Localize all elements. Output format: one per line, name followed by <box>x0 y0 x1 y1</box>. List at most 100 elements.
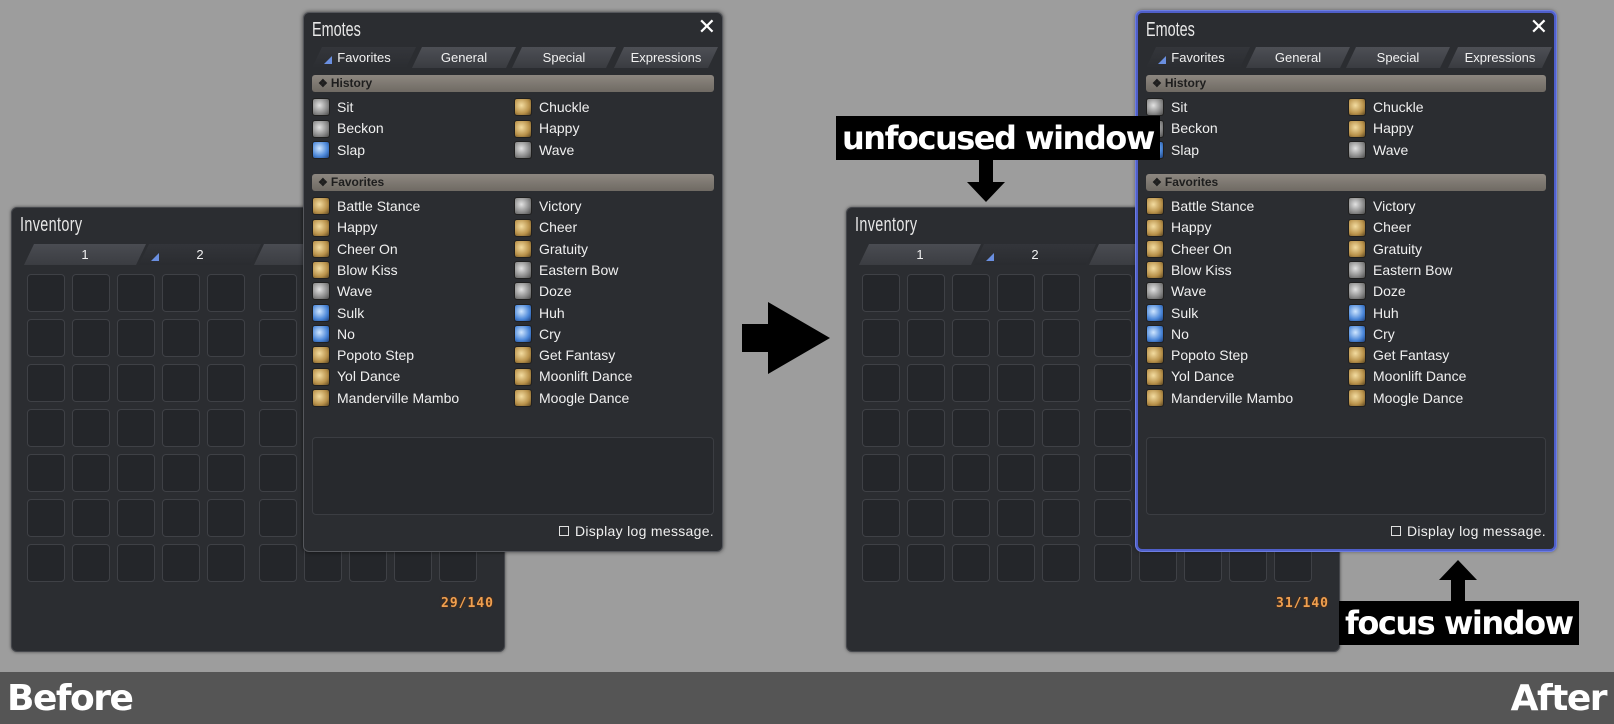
emote-item[interactable]: Get Fantasy <box>1348 345 1449 365</box>
emote-item[interactable]: Wave <box>1146 281 1206 301</box>
inventory-slot[interactable] <box>207 499 245 537</box>
inventory-slot[interactable] <box>1094 364 1132 402</box>
checkbox-icon[interactable] <box>558 526 569 537</box>
inventory-slot[interactable] <box>1042 364 1080 402</box>
emote-item[interactable]: Chuckle <box>514 97 590 117</box>
emote-item[interactable]: Wave <box>312 281 372 301</box>
inventory-slot[interactable] <box>27 544 65 582</box>
inventory-slot[interactable] <box>952 364 990 402</box>
inventory-slot[interactable] <box>259 319 297 357</box>
inventory-slot[interactable] <box>952 409 990 447</box>
inventory-slot[interactable] <box>952 319 990 357</box>
close-icon[interactable]: ✕ <box>1530 15 1548 40</box>
emote-item[interactable]: Popoto Step <box>1146 345 1248 365</box>
tab-expressions[interactable]: Expressions <box>614 47 718 68</box>
inventory-slot[interactable] <box>162 319 200 357</box>
inventory-slot[interactable] <box>997 454 1035 492</box>
inventory-slot[interactable] <box>27 274 65 312</box>
emote-item[interactable]: Get Fantasy <box>514 345 615 365</box>
inventory-slot[interactable] <box>207 454 245 492</box>
inventory-slot[interactable] <box>259 499 297 537</box>
emote-item[interactable]: Cry <box>1348 324 1395 344</box>
tab-favorites[interactable]: Favorites <box>1146 47 1250 68</box>
emote-item[interactable]: Wave <box>1348 140 1408 160</box>
emote-item[interactable]: Wave <box>514 140 574 160</box>
inventory-slot[interactable] <box>862 364 900 402</box>
inventory-slot[interactable] <box>997 409 1035 447</box>
inventory-slot[interactable] <box>862 319 900 357</box>
tab-special[interactable]: Special <box>512 47 616 68</box>
emotes-window-before[interactable]: Emotes ✕ Favorites General Special Expre… <box>303 12 723 552</box>
inventory-slot[interactable] <box>117 319 155 357</box>
emote-item[interactable]: Eastern Bow <box>514 260 618 280</box>
inventory-slot[interactable] <box>1042 319 1080 357</box>
emote-item[interactable]: Yol Dance <box>1146 366 1234 386</box>
emote-item[interactable]: Battle Stance <box>1146 196 1254 216</box>
inventory-slot[interactable] <box>997 544 1035 582</box>
emote-item[interactable]: Sulk <box>1146 303 1198 323</box>
tab-general[interactable]: General <box>1246 47 1350 68</box>
emote-item[interactable]: Moonlift Dance <box>514 366 632 386</box>
emote-item[interactable]: Slap <box>312 140 365 160</box>
inventory-slot[interactable] <box>259 274 297 312</box>
inventory-slot[interactable] <box>952 274 990 312</box>
inventory-slot[interactable] <box>207 319 245 357</box>
emote-item[interactable]: Victory <box>1348 196 1416 216</box>
emote-item[interactable]: Sit <box>312 97 353 117</box>
inventory-slot[interactable] <box>1042 274 1080 312</box>
inventory-slot[interactable] <box>1042 454 1080 492</box>
tab-expressions[interactable]: Expressions <box>1448 47 1552 68</box>
inventory-slot[interactable] <box>862 454 900 492</box>
inventory-slot[interactable] <box>1094 499 1132 537</box>
emote-item[interactable]: Battle Stance <box>312 196 420 216</box>
inventory-slot[interactable] <box>72 544 110 582</box>
inventory-slot[interactable] <box>72 454 110 492</box>
inventory-slot[interactable] <box>117 544 155 582</box>
inventory-slot[interactable] <box>117 454 155 492</box>
emote-item[interactable]: Huh <box>1348 303 1399 323</box>
inventory-slot[interactable] <box>907 544 945 582</box>
inventory-slot[interactable] <box>1042 499 1080 537</box>
inventory-slot[interactable] <box>72 319 110 357</box>
emote-item[interactable]: Moogle Dance <box>514 388 629 408</box>
inventory-slot[interactable] <box>997 274 1035 312</box>
inventory-slot[interactable] <box>952 499 990 537</box>
emote-item[interactable]: Victory <box>514 196 582 216</box>
emote-item[interactable]: Happy <box>1146 217 1211 237</box>
inventory-slot[interactable] <box>259 364 297 402</box>
inventory-slot[interactable] <box>162 364 200 402</box>
checkbox-icon[interactable] <box>1390 526 1401 537</box>
emote-item[interactable]: Happy <box>312 217 377 237</box>
inventory-tab-1[interactable]: 1 <box>859 244 981 265</box>
tab-general[interactable]: General <box>412 47 516 68</box>
inventory-slot[interactable] <box>27 499 65 537</box>
inventory-tab-1[interactable]: 1 <box>24 244 146 265</box>
inventory-slot[interactable] <box>907 319 945 357</box>
inventory-slot[interactable] <box>162 274 200 312</box>
inventory-slot[interactable] <box>259 454 297 492</box>
inventory-slot[interactable] <box>952 454 990 492</box>
inventory-slot[interactable] <box>207 364 245 402</box>
inventory-slot[interactable] <box>862 274 900 312</box>
inventory-slot[interactable] <box>117 274 155 312</box>
emotes-window-after[interactable]: Emotes ✕ Favorites General Special Expre… <box>1136 11 1556 551</box>
emote-item[interactable]: Yol Dance <box>312 366 400 386</box>
emote-item[interactable]: Chuckle <box>1348 97 1424 117</box>
emote-item[interactable]: Moogle Dance <box>1348 388 1463 408</box>
inventory-slot[interactable] <box>162 454 200 492</box>
emote-item[interactable]: Cheer On <box>312 239 398 259</box>
inventory-slot[interactable] <box>117 409 155 447</box>
inventory-slot[interactable] <box>1094 319 1132 357</box>
inventory-slot[interactable] <box>997 319 1035 357</box>
inventory-slot[interactable] <box>117 364 155 402</box>
tab-favorites[interactable]: Favorites <box>312 47 416 68</box>
emote-item[interactable]: Doze <box>514 281 572 301</box>
emote-item[interactable]: No <box>1146 324 1189 344</box>
inventory-slot[interactable] <box>162 544 200 582</box>
emote-item[interactable]: Eastern Bow <box>1348 260 1452 280</box>
emote-item[interactable]: Happy <box>514 118 579 138</box>
inventory-slot[interactable] <box>1042 544 1080 582</box>
emote-item[interactable]: Sit <box>1146 97 1187 117</box>
inventory-slot[interactable] <box>1094 409 1132 447</box>
inventory-slot[interactable] <box>162 409 200 447</box>
